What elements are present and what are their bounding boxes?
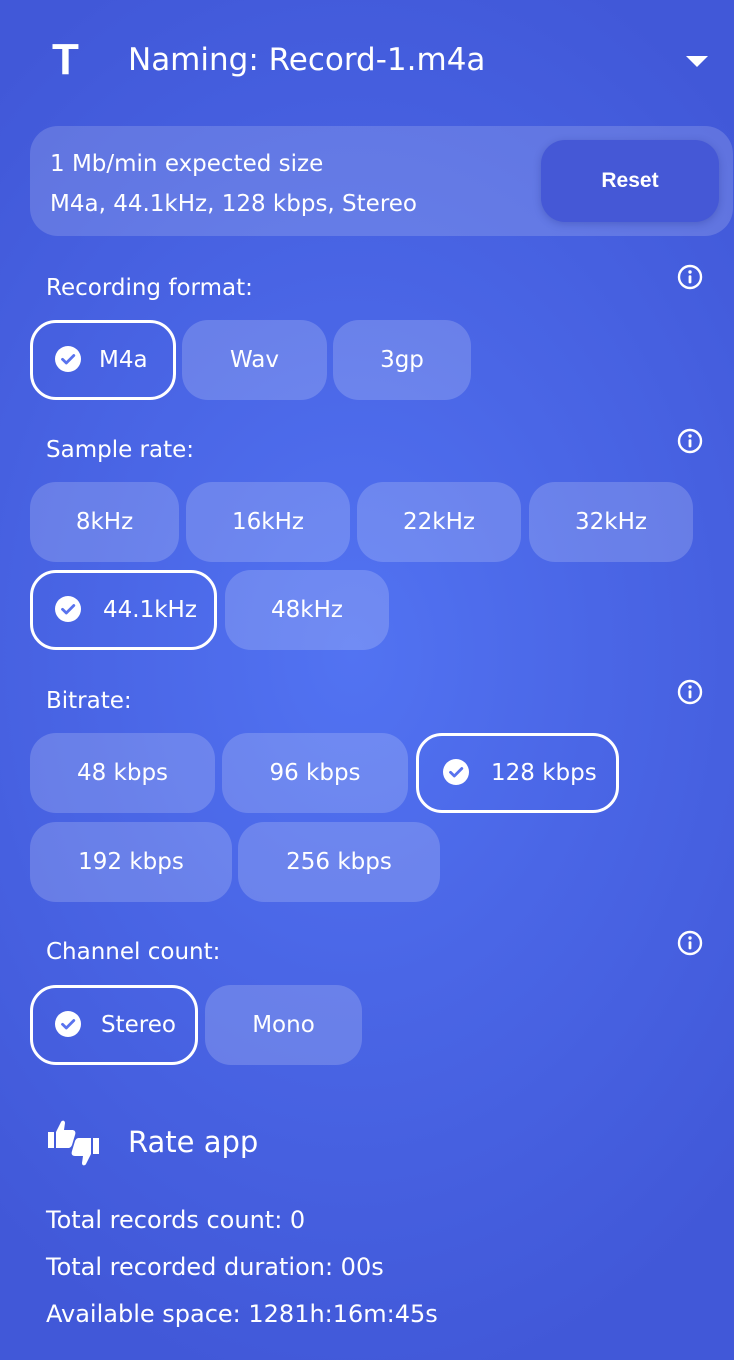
check-circle-icon	[55, 596, 81, 622]
rate-app-label: Rate app	[128, 1125, 259, 1159]
recording-format-info-icon[interactable]	[677, 264, 703, 290]
bitrate-chip-192[interactable]: 192 kbps	[30, 822, 232, 902]
naming-label: Naming: Record-1.m4a	[128, 42, 486, 78]
recording-format-label: Recording format:	[46, 275, 253, 301]
check-circle-icon	[443, 759, 469, 785]
caret-down-icon[interactable]	[686, 56, 708, 67]
text-format-icon: T	[52, 35, 79, 84]
reset-button[interactable]: Reset	[541, 140, 719, 222]
available-space: Available space: 1281h:16m:45s	[46, 1300, 438, 1328]
sample-rate-label: Sample rate:	[46, 437, 195, 463]
bitrate-chip-128[interactable]: 128 kbps	[416, 733, 619, 813]
naming-row[interactable]: T Naming: Record-1.m4a	[0, 30, 734, 90]
total-recorded-duration: Total recorded duration: 00s	[46, 1253, 384, 1281]
sample-rate-chip-32khz[interactable]: 32kHz	[529, 482, 693, 562]
sample-rate-info-icon[interactable]	[677, 428, 703, 454]
check-circle-icon	[55, 346, 81, 372]
bitrate-info-icon[interactable]	[677, 679, 703, 705]
recording-summary-card: 1 Mb/min expected size M4a, 44.1kHz, 128…	[30, 126, 733, 236]
check-circle-icon	[55, 1011, 81, 1037]
chip-label: 44.1kHz	[103, 597, 197, 623]
chip-label: Stereo	[101, 1012, 176, 1038]
bitrate-chip-48[interactable]: 48 kbps	[30, 733, 215, 813]
expected-size-text: 1 Mb/min expected size	[50, 151, 324, 177]
channel-count-info-icon[interactable]	[677, 930, 703, 956]
bitrate-chip-256[interactable]: 256 kbps	[238, 822, 440, 902]
bitrate-chip-96[interactable]: 96 kbps	[222, 733, 408, 813]
sample-rate-chip-8khz[interactable]: 8kHz	[30, 482, 179, 562]
format-summary-text: M4a, 44.1kHz, 128 kbps, Stereo	[50, 191, 417, 217]
channel-chip-mono[interactable]: Mono	[205, 985, 362, 1065]
total-records-count: Total records count: 0	[46, 1206, 306, 1234]
chip-label: 128 kbps	[491, 760, 597, 786]
format-chip-wav[interactable]: Wav	[182, 320, 327, 400]
format-chip-3gp[interactable]: 3gp	[333, 320, 471, 400]
thumbs-up-down-icon	[48, 1120, 99, 1166]
settings-screen: T Naming: Record-1.m4a 1 Mb/min expected…	[0, 0, 734, 1360]
sample-rate-chip-16khz[interactable]: 16kHz	[186, 482, 350, 562]
channel-count-label: Channel count:	[46, 939, 221, 965]
chip-label: M4a	[99, 347, 148, 373]
channel-chip-stereo[interactable]: Stereo	[30, 985, 198, 1065]
format-chip-m4a[interactable]: M4a	[30, 320, 176, 400]
sample-rate-chip-48khz[interactable]: 48kHz	[225, 570, 389, 650]
bitrate-label: Bitrate:	[46, 688, 132, 714]
sample-rate-chip-44-1khz[interactable]: 44.1kHz	[30, 570, 217, 650]
rate-app-row[interactable]: Rate app	[0, 1112, 734, 1172]
sample-rate-chip-22khz[interactable]: 22kHz	[357, 482, 521, 562]
